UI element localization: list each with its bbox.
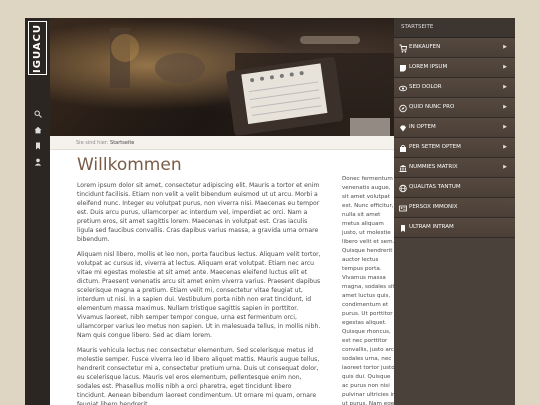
nav-item-label: NUMMIES MATRIX xyxy=(409,164,458,170)
nav-item-quid-nunc-pro[interactable]: QUID NUNC PRO ▶ xyxy=(394,98,515,118)
chevron-right-icon: ▶ xyxy=(503,164,507,170)
sticky-note-icon xyxy=(399,63,407,72)
nav-item-label: ULTRAM INTRAM xyxy=(409,224,454,230)
hero-photo-illustration xyxy=(110,28,394,136)
chevron-right-icon: ▶ xyxy=(503,144,507,150)
nav-item-nummies-matrix[interactable]: NUMMIES MATRIX ▶ xyxy=(394,158,515,178)
nav-item-per-setem-optem[interactable]: PER SETEM OPTEM ▶ xyxy=(394,138,515,158)
nav-item-ultram-intram[interactable]: ULTRAM INTRAM xyxy=(394,218,515,238)
hero-image xyxy=(50,18,394,136)
left-brand-bar: IGUACU xyxy=(25,18,50,405)
nav-item-label: EINKAUFEN xyxy=(409,44,441,50)
bank-icon xyxy=(399,163,407,172)
breadcrumb-prefix: Sie sind hier: xyxy=(76,140,109,146)
aside-text: Donec fermentum venenatis augue, sit ame… xyxy=(342,176,398,405)
nav-header[interactable]: STARTSEITE xyxy=(394,18,515,38)
nav-item-label: PER SETEM OPTEM xyxy=(409,144,461,150)
toolbar xyxy=(29,110,46,174)
paragraph: Mauris vehicula lectus nec consectetur e… xyxy=(77,347,320,405)
logo-text: IGUACU xyxy=(32,23,43,73)
page-title: Willkommen xyxy=(77,155,182,175)
breadcrumb-current[interactable]: Startseite xyxy=(110,140,134,146)
cart-icon xyxy=(399,43,408,53)
nav-item-label: IN OPTEM xyxy=(409,124,436,130)
nav-item-qualitas-tantum[interactable]: QUALITAS TANTUM xyxy=(394,178,515,198)
main-nav: STARTSEITE EINKAUFEN ▶ LOREM IPSUM ▶ SED… xyxy=(394,18,515,405)
nav-item-in-optem[interactable]: IN OPTEM ▶ xyxy=(394,118,515,138)
bag-icon xyxy=(399,143,407,152)
ribbon-icon xyxy=(399,223,407,232)
nav-item-label: PERSOX IMMONIX xyxy=(409,204,458,210)
nav-item-label: SED DOLOR xyxy=(409,84,442,90)
user-icon[interactable] xyxy=(29,158,46,170)
compass-icon xyxy=(399,103,407,113)
home-icon[interactable] xyxy=(29,126,46,138)
chevron-right-icon: ▶ xyxy=(503,44,507,50)
paragraph: Aliquam nisl libero, mollis et leo non, … xyxy=(77,251,321,339)
nav-item-einkaufen[interactable]: EINKAUFEN ▶ xyxy=(394,38,515,58)
site-logo[interactable]: IGUACU xyxy=(28,21,47,75)
nav-item-lorem-ipsum[interactable]: LOREM IPSUM ▶ xyxy=(394,58,515,78)
chevron-right-icon: ▶ xyxy=(503,84,507,90)
main-content: Willkommen Lorem ipsum dolor sit amet, c… xyxy=(77,155,322,405)
chevron-right-icon: ▶ xyxy=(503,64,507,70)
globe-icon xyxy=(399,183,407,193)
nav-item-sed-dolor[interactable]: SED DOLOR ▶ xyxy=(394,78,515,98)
nav-item-label: QUALITAS TANTUM xyxy=(409,184,461,190)
aside-column: Donec fermentum venenatis augue, sit ame… xyxy=(342,175,398,405)
eye-icon xyxy=(399,83,407,92)
nav-item-label: LOREM IPSUM xyxy=(409,64,448,70)
bookmark-icon[interactable] xyxy=(29,142,46,154)
search-icon[interactable] xyxy=(29,110,46,122)
chevron-right-icon: ▶ xyxy=(503,124,507,130)
breadcrumb: Sie sind hier: Startseite xyxy=(50,136,394,150)
paragraph: Lorem ipsum dolor sit amet, consectetur … xyxy=(77,182,320,243)
diamond-icon xyxy=(399,123,407,132)
nav-item-persox-immonix[interactable]: PERSOX IMMONIX xyxy=(394,198,515,218)
page-frame: IGUACU Sie sind hier: Startseite Willkom… xyxy=(25,18,515,405)
nav-item-label: QUID NUNC PRO xyxy=(409,104,455,110)
chevron-right-icon: ▶ xyxy=(503,104,507,110)
id-card-icon xyxy=(399,203,407,212)
